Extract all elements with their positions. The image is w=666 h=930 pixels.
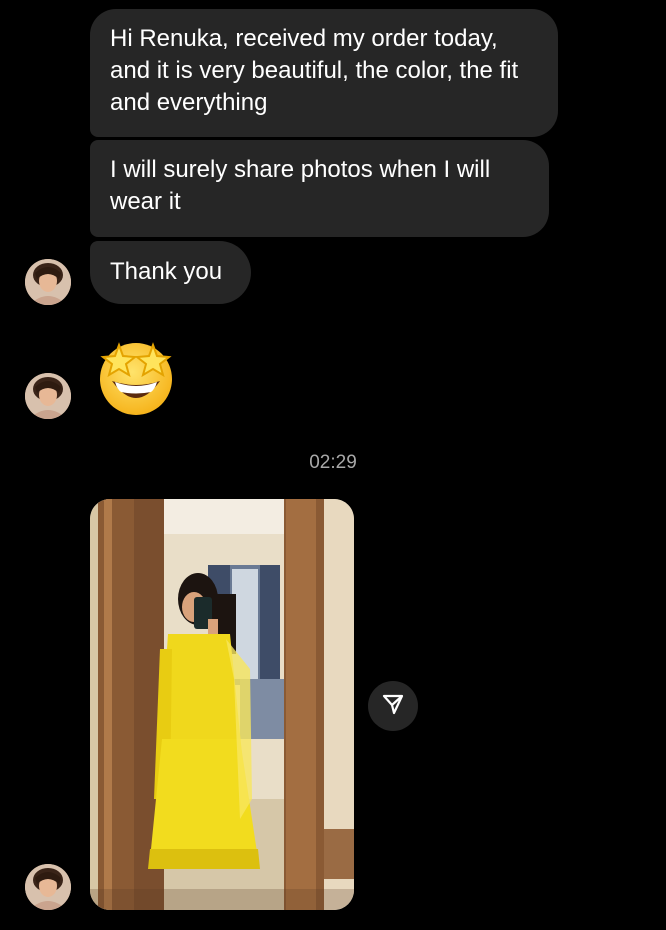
- sender-avatar[interactable]: [25, 373, 71, 419]
- message-timestamp: 02:29: [309, 452, 357, 473]
- share-button[interactable]: [368, 681, 418, 731]
- message-bubble[interactable]: I will surely share photos when I will w…: [90, 140, 549, 237]
- message-text: I will surely share photos when I will w…: [110, 156, 491, 215]
- message-bubble[interactable]: Hi Renuka, received my order today, and …: [90, 9, 558, 137]
- paper-plane-icon: [381, 692, 405, 721]
- sender-avatar[interactable]: [25, 259, 71, 305]
- sender-avatar[interactable]: [25, 864, 71, 910]
- message-bubble[interactable]: Thank you: [90, 241, 251, 304]
- star-struck-emoji-icon[interactable]: [95, 335, 177, 417]
- message-text: Hi Renuka, received my order today, and …: [110, 25, 519, 116]
- message-text: Thank you: [110, 258, 223, 285]
- photo-message[interactable]: [90, 499, 354, 910]
